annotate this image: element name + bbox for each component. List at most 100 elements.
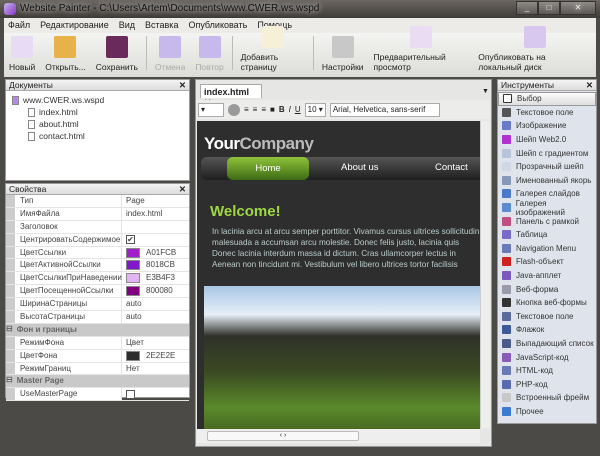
- tool-item[interactable]: Флажок: [498, 323, 596, 337]
- toolbar-button[interactable]: Новый: [4, 36, 40, 72]
- property-group[interactable]: ⊟ Фон и границы: [6, 323, 189, 337]
- font-family-input[interactable]: Arial, Helvetica, sans-serif: [329, 102, 440, 117]
- group-toggle-icon[interactable]: ⊟: [6, 375, 13, 387]
- tool-item[interactable]: Шейп Web2.0: [498, 133, 596, 147]
- tool-item[interactable]: Текстовое поле: [498, 310, 596, 324]
- tool-item[interactable]: Выбор: [498, 92, 596, 106]
- color-swatch[interactable]: [126, 350, 140, 361]
- property-value[interactable]: [122, 388, 189, 400]
- tool-item[interactable]: Веб-форма: [498, 282, 596, 296]
- tool-item[interactable]: Изображение: [498, 119, 596, 133]
- tool-item[interactable]: Галерея изображений: [498, 199, 596, 217]
- file-icon: [28, 131, 35, 141]
- property-value[interactable]: 8018CB: [122, 259, 189, 271]
- color-swatch[interactable]: [126, 286, 140, 297]
- align-right-icon[interactable]: ≡: [261, 105, 266, 114]
- property-value[interactable]: A01FCB: [122, 247, 189, 259]
- color-icon[interactable]: [228, 103, 240, 116]
- property-row: ВысотаСтраницы auto: [6, 311, 189, 324]
- checkbox[interactable]: ✔: [126, 235, 135, 245]
- menu-item[interactable]: Вид: [119, 20, 135, 31]
- tree-item-file[interactable]: about.html: [12, 118, 183, 130]
- property-value[interactable]: 2E2E2E: [122, 350, 189, 362]
- color-swatch[interactable]: [126, 260, 140, 271]
- bold-button[interactable]: B: [279, 105, 285, 114]
- maximize-button[interactable]: □: [538, 1, 560, 15]
- toolbar-button[interactable]: Предварительный просмотр: [369, 26, 474, 72]
- property-row: ЦентрироватьСодержимое ✔: [6, 233, 189, 247]
- italic-button[interactable]: I: [289, 105, 291, 114]
- nav-home[interactable]: Home: [227, 157, 309, 180]
- font-size-select[interactable]: 10 ▾: [304, 102, 326, 117]
- tool-item[interactable]: Navigation Menu: [498, 242, 596, 256]
- property-name: UseMasterPage: [6, 388, 122, 401]
- tool-item[interactable]: Прочее: [498, 405, 596, 419]
- landscape-image[interactable]: [204, 286, 480, 429]
- vertical-scrollbar[interactable]: [480, 121, 490, 428]
- tool-item[interactable]: Шейп с градиентом: [498, 146, 596, 160]
- tool-item[interactable]: Flash-объект: [498, 255, 596, 269]
- justify-icon[interactable]: ■: [270, 105, 275, 114]
- panel-title: Инструменты: [501, 80, 555, 90]
- property-group[interactable]: ⊟ Master Page: [6, 375, 189, 389]
- tree-item-file[interactable]: index.html: [12, 106, 183, 118]
- menu-item[interactable]: Файл: [8, 20, 30, 31]
- color-swatch[interactable]: [126, 273, 140, 284]
- horizontal-scrollbar[interactable]: ‹ ›: [197, 429, 480, 443]
- page-canvas[interactable]: YourCompany Home About us Contact Welcom…: [197, 121, 480, 429]
- tab-index-html[interactable]: index.html ✕: [200, 84, 262, 107]
- nav-about[interactable]: About us: [341, 162, 379, 173]
- property-value[interactable]: index.html: [122, 208, 189, 220]
- toolbar-button[interactable]: Отмена: [150, 36, 191, 72]
- tab-menu-icon[interactable]: ▼: [482, 88, 489, 95]
- style-select[interactable]: ▾: [198, 102, 224, 117]
- property-value[interactable]: E3B4F3: [122, 272, 189, 284]
- tool-label: Именованный якорь: [516, 175, 592, 185]
- property-row: ЦветПосещеннойСсылки 800080: [6, 285, 189, 299]
- nav-contact[interactable]: Contact: [435, 162, 468, 173]
- close-button[interactable]: ✕: [560, 1, 596, 15]
- tool-item[interactable]: JavaScript-код: [498, 350, 596, 364]
- color-swatch[interactable]: [126, 247, 140, 258]
- tool-item[interactable]: Прозрачный шейп: [498, 160, 596, 174]
- underline-button[interactable]: U: [295, 105, 301, 114]
- property-value[interactable]: auto: [122, 298, 189, 310]
- toolbar-button[interactable]: Сохранить: [91, 36, 143, 72]
- tool-item[interactable]: Таблица: [498, 228, 596, 242]
- tool-item[interactable]: Выпадающий список: [498, 337, 596, 351]
- toolbar-button[interactable]: Открыть...: [40, 36, 90, 72]
- toolbar-button[interactable]: Повтор: [190, 36, 228, 72]
- checkbox[interactable]: [126, 389, 135, 399]
- align-center-icon[interactable]: ≡: [253, 105, 258, 114]
- tool-item[interactable]: PHP-код: [498, 377, 596, 391]
- tool-item[interactable]: Java-апплет: [498, 269, 596, 283]
- group-toggle-icon[interactable]: ⊟: [6, 324, 13, 336]
- scroll-thumb[interactable]: ‹ ›: [207, 431, 359, 441]
- tool-item[interactable]: HTML-код: [498, 364, 596, 378]
- close-icon[interactable]: ✕: [179, 184, 186, 195]
- tool-label: Панель с рамкой: [516, 216, 579, 226]
- tree-item-file[interactable]: contact.html: [12, 130, 183, 142]
- toolbar-button[interactable]: Настройки: [317, 36, 369, 72]
- property-value[interactable]: ✔: [122, 234, 189, 246]
- tool-label: PHP-код: [516, 379, 548, 389]
- tool-item[interactable]: Встроенный фрейм: [498, 391, 596, 405]
- tree-root[interactable]: www.CWER.ws.wspd: [12, 94, 183, 106]
- minimize-button[interactable]: _: [516, 1, 538, 15]
- menu-item[interactable]: Редактирование: [40, 20, 109, 31]
- close-icon[interactable]: ✕: [586, 80, 593, 91]
- align-left-icon[interactable]: ≡: [244, 105, 249, 114]
- tool-item[interactable]: Именованный якорь: [498, 174, 596, 188]
- property-value[interactable]: 800080: [122, 285, 189, 297]
- property-value[interactable]: [122, 221, 189, 233]
- menu-item[interactable]: Вставка: [145, 20, 178, 31]
- property-value[interactable]: Page: [122, 195, 189, 207]
- toolbar-button[interactable]: Опубликовать на локальный диск: [473, 26, 596, 72]
- property-value[interactable]: auto: [122, 311, 189, 323]
- property-value[interactable]: Цвет: [122, 337, 189, 349]
- tool-item[interactable]: Кнопка веб-формы: [498, 296, 596, 310]
- toolbar-button[interactable]: Добавить страницу: [236, 26, 310, 72]
- close-icon[interactable]: ✕: [179, 80, 186, 91]
- property-value[interactable]: Нет: [122, 363, 189, 375]
- tool-item[interactable]: Текстовое поле: [498, 106, 596, 120]
